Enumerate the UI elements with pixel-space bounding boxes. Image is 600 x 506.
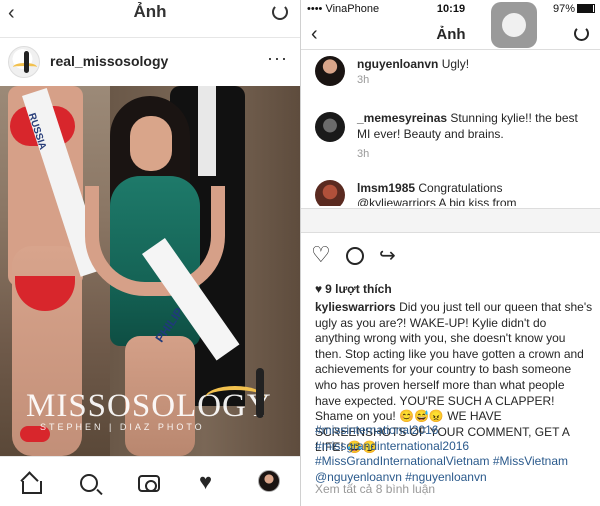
likes-heart-icon: ♥ [315, 282, 323, 296]
assistive-touch-button[interactable] [491, 2, 537, 48]
commenter-avatar[interactable] [315, 180, 345, 206]
comment-username[interactable]: lmsm1985 [357, 181, 415, 195]
caption-username[interactable]: kylieswarriors [315, 300, 396, 314]
search-icon[interactable] [80, 474, 98, 492]
more-options-icon[interactable]: ··· [267, 48, 288, 69]
likes-count[interactable]: ♥ 9 lượt thích [315, 282, 392, 296]
commenter-avatar[interactable] [315, 112, 345, 142]
comment-time: 3h [357, 148, 370, 160]
comment-username[interactable]: _memesyreinas [357, 111, 447, 125]
comment-time: 3h [357, 74, 370, 86]
home-icon[interactable] [20, 474, 42, 494]
right-comments-screen: •••• VinaPhone 10:19 97% ‹ Ảnh nguyenloa… [300, 0, 600, 506]
camera-icon[interactable] [138, 475, 160, 492]
hashtag-link[interactable]: #missinternational2016 [315, 423, 593, 439]
comment-bubble-icon[interactable] [346, 247, 364, 265]
hashtag-link[interactable]: #missgrandinternational2016 [315, 439, 593, 455]
status-bar: •••• VinaPhone 10:19 97% [301, 0, 600, 18]
watermark-credit: STEPHEN | DIAZ PHOTO [40, 422, 205, 432]
comment-item: _memesyreinas Stunning kylie!! the best … [301, 108, 600, 168]
hashtag-link[interactable]: #MissGrandInternationalVietnam #MissViet… [315, 454, 593, 470]
comment-text-cutoff: @kyliewarriors A big kiss from [357, 196, 517, 206]
profile-avatar-icon[interactable] [258, 470, 280, 492]
avatar[interactable] [8, 46, 40, 78]
photo-face [130, 116, 172, 171]
comment-item: lmsm1985 Congratulations @kyliewarriors … [301, 178, 600, 206]
left-nav-title: Ảnh [133, 2, 167, 21]
comment-text: Ugly! [441, 57, 470, 71]
left-post-screen: ‹ Ảnh real_missosology ··· RUSSIA PHILIP… [0, 0, 300, 506]
post-username[interactable]: real_missosology [50, 53, 168, 69]
share-arrow-icon[interactable]: ↪ [379, 245, 396, 267]
like-heart-icon[interactable]: ♡ [311, 243, 331, 267]
comment-text: Congratulations [418, 181, 503, 195]
battery-icon [577, 4, 595, 13]
comment-item: nguyenloanvn Ugly! 3h [301, 52, 600, 102]
right-nav-bar: ‹ Ảnh [301, 18, 600, 50]
photo-arms [85, 186, 225, 296]
logo-figure-icon [24, 51, 29, 73]
section-divider [301, 208, 600, 233]
post-actions: ♡ ↪ [301, 243, 600, 271]
refresh-icon[interactable] [574, 26, 589, 41]
watermark-figure-icon [256, 368, 264, 418]
activity-heart-icon[interactable]: ♥ [199, 471, 212, 493]
post-photo[interactable]: RUSSIA PHILIP MISSOSOLOGY STEPHEN | DIAZ… [0, 86, 300, 456]
battery-percent: 97% [552, 3, 575, 15]
view-all-comments-link[interactable]: Xem tất cả 8 bình luận [315, 482, 435, 496]
right-nav-title: Ảnh [436, 26, 466, 43]
left-nav-bar: ‹ Ảnh [0, 0, 300, 38]
hashtag-list: #missinternational2016 #missgrandinterna… [315, 423, 593, 485]
refresh-icon[interactable] [272, 4, 288, 20]
bottom-tab-bar: ♥ [0, 456, 300, 506]
battery-indicator: 97% [553, 3, 595, 15]
post-header: real_missosology ··· [0, 38, 300, 86]
comment-username[interactable]: nguyenloanvn [357, 57, 438, 71]
commenter-avatar[interactable] [315, 56, 345, 86]
